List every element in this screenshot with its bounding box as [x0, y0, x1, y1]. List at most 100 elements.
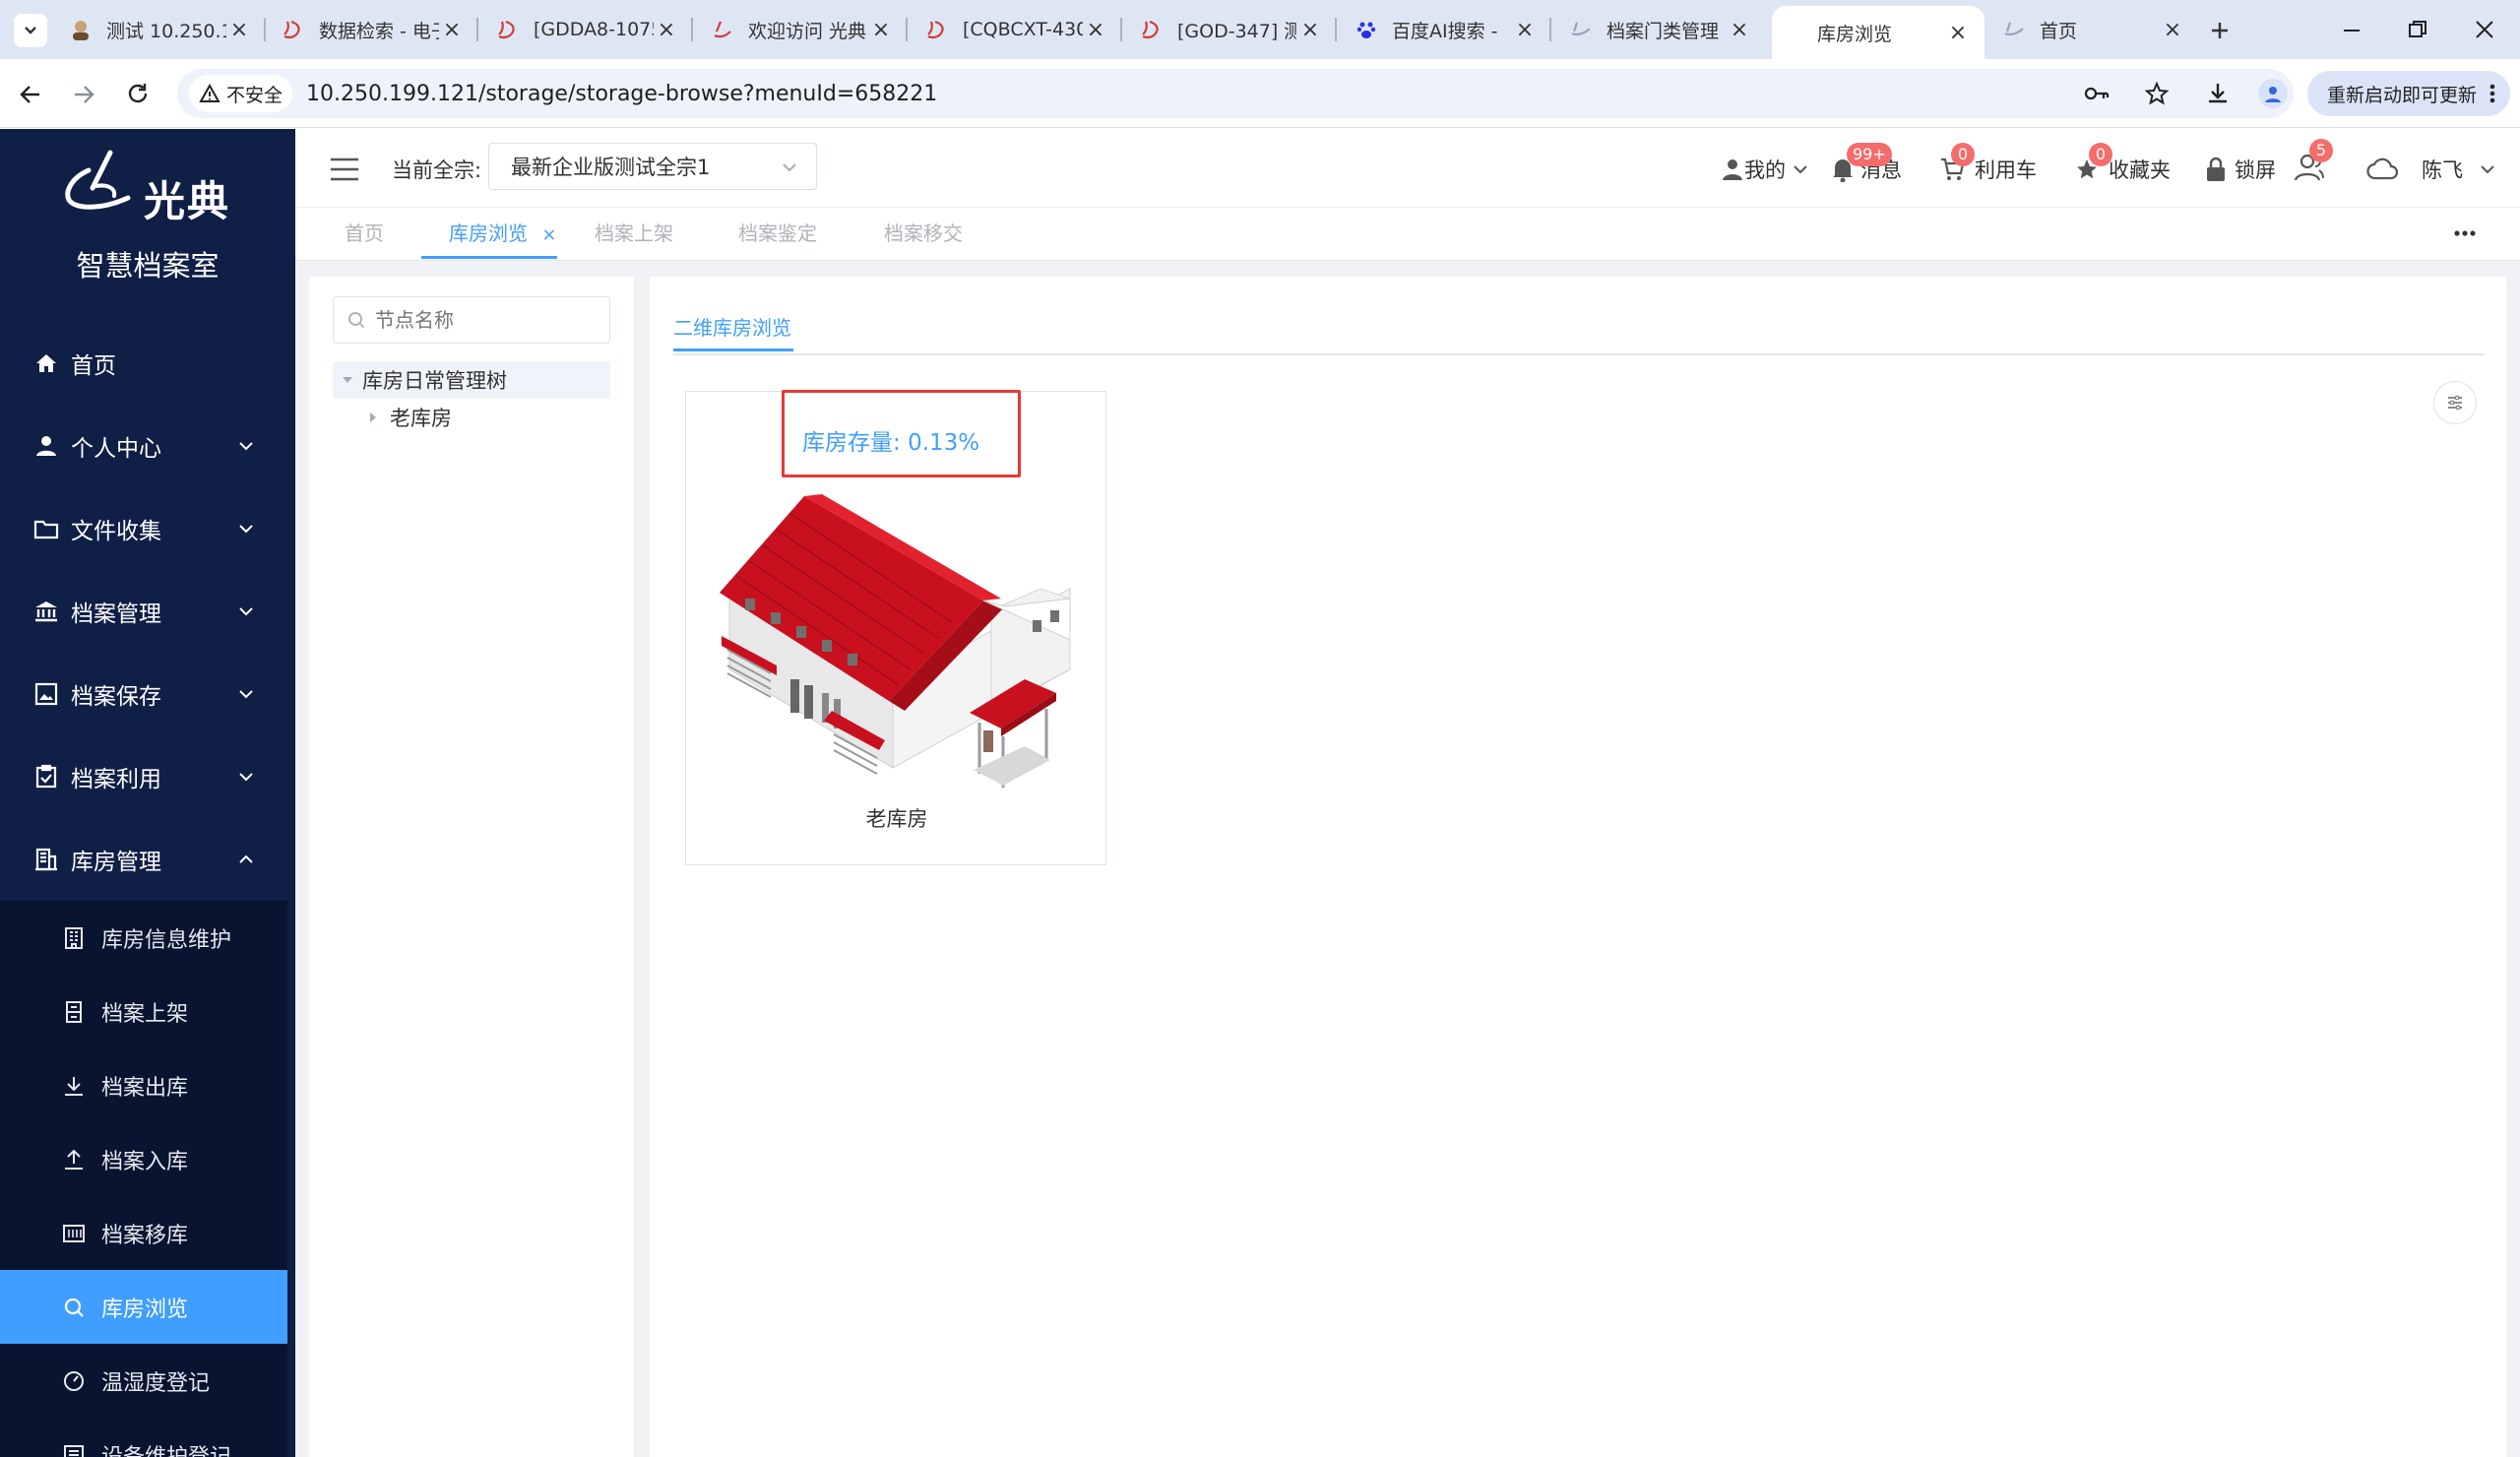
reload-icon[interactable] [125, 81, 151, 106]
page-tabs-bar: 首页 库房浏览 × 档案上架 档案鉴定 档案移交 [295, 208, 2520, 261]
restore-icon[interactable] [2406, 18, 2429, 41]
browser-tab[interactable]: [GOD-347] 测 × [1126, 6, 1337, 53]
page-tab-warehouse-browse[interactable]: 库房浏览 × [421, 208, 557, 259]
caret-right-icon[interactable] [366, 411, 380, 424]
lock-screen-button[interactable]: 锁屏 [2205, 155, 2276, 184]
new-tab-button[interactable] [2203, 14, 2236, 47]
insecure-label: 不安全 [226, 84, 284, 106]
column-settings-button[interactable] [2433, 381, 2477, 424]
browser-tab[interactable]: [GDDA8-1075] × [482, 6, 693, 53]
menu-toggle-icon[interactable] [329, 157, 360, 182]
tab-title: 库房浏览 [1817, 23, 1893, 45]
tree-search[interactable] [333, 296, 610, 344]
tree-node-label: 库房日常管理树 [362, 369, 507, 393]
sidebar-subitem-warehouse-info[interactable]: 库房信息维护 [0, 901, 287, 975]
storage-ratio: 库房存量: 0.13% [802, 423, 979, 457]
cloud-icon [2366, 158, 2399, 180]
sidebar-item-archive-preservation[interactable]: 档案保存 [0, 653, 295, 735]
url-text[interactable]: 10.250.199.121/storage/storage-browse?me… [306, 82, 937, 106]
close-icon[interactable]: × [541, 224, 556, 245]
sidebar-item-archive-utilization[interactable]: 档案利用 [0, 735, 295, 818]
sidebar-item-archive-management[interactable]: 档案管理 [0, 570, 295, 653]
cart-count-badge: 0 [1951, 143, 1975, 166]
sidebar-item-label: 文件收集 [71, 519, 161, 544]
app-favicon-icon [1142, 20, 1159, 39]
close-icon[interactable]: × [1945, 20, 1971, 45]
browser-tab[interactable]: 档案门类管理 × [1555, 6, 1766, 53]
sidebar-subitem-maintenance[interactable]: 设备维护登记 [0, 1418, 287, 1457]
forward-icon[interactable] [71, 82, 96, 107]
sidebar-subitem-outbound[interactable]: 档案出库 [0, 1048, 287, 1122]
close-icon[interactable]: × [654, 17, 679, 42]
main-tab-divider [673, 353, 2485, 355]
key-icon[interactable] [2083, 82, 2110, 105]
sidebar-item-home[interactable]: 首页 [0, 322, 295, 405]
browser-tab[interactable]: 欢迎访问 光典 × [697, 6, 908, 53]
page-tab-home[interactable]: 首页 [345, 208, 384, 259]
sidebar-subitem-shelving[interactable]: 档案上架 [0, 975, 287, 1048]
tree-search-input[interactable] [375, 308, 601, 332]
browser-tab[interactable]: [CQBCXT-4301] × [912, 6, 1122, 53]
close-window-icon[interactable] [2473, 18, 2496, 41]
messages-badge: 99+ [1847, 143, 1892, 166]
close-icon[interactable]: × [868, 17, 894, 42]
tree-panel: 库房日常管理树 老库房 [309, 277, 634, 1457]
sidebar-subitem-inbound[interactable]: 档案入库 [0, 1122, 287, 1196]
browser-tab[interactable]: 百度AI搜索 - × [1341, 6, 1551, 53]
sidebar-item-personal-center[interactable]: 个人中心 [0, 405, 295, 487]
transfer-icon [63, 1224, 85, 1242]
tab-title: [CQBCXT-4301] [963, 19, 1083, 40]
close-icon[interactable]: × [2160, 17, 2185, 42]
browser-tab[interactable]: 首页 × [1988, 6, 2199, 53]
omnibox[interactable]: 不安全 10.250.199.121/storage/storage-brows… [177, 69, 2294, 118]
browser-tab[interactable]: 数据检索 - 电子 × [268, 6, 478, 53]
folder-icon [33, 520, 59, 539]
caret-down-icon[interactable] [341, 373, 354, 387]
minimize-icon[interactable] [2341, 20, 2362, 41]
page-tab-appraisal[interactable]: 档案鉴定 [738, 208, 817, 259]
update-button[interactable]: 重新启动即可更新 [2307, 71, 2510, 116]
browser-tab[interactable]: 测试 10.250.19 × [55, 6, 266, 53]
my-menu[interactable]: 我的 [1721, 155, 1809, 184]
page-tab-shelving[interactable]: 档案上架 [595, 208, 673, 259]
app-favicon-icon [927, 20, 944, 39]
page-tab-handover[interactable]: 档案移交 [884, 208, 963, 259]
profile-avatar[interactable] [2258, 79, 2288, 108]
sidebar-subitem-warehouse-browse[interactable]: 库房浏览 [0, 1270, 287, 1344]
sidebar: 光典 智慧档案室 首页 个人中心 文件收集 档案管理 档案保存 档案利用 库房管… [0, 129, 295, 1457]
sidebar-subitem-temperature[interactable]: 温湿度登记 [0, 1344, 287, 1418]
gauge-icon [64, 1370, 84, 1391]
tree-node-label: 老库房 [390, 407, 452, 430]
user-menu[interactable]: 陈飞 [2366, 155, 2496, 184]
lock-label: 锁屏 [2235, 158, 2276, 182]
chevron-down-icon [239, 442, 253, 451]
close-icon[interactable]: × [439, 17, 465, 42]
tab-search-button[interactable] [14, 14, 47, 47]
tree-node-old-warehouse[interactable]: 老库房 [358, 399, 610, 436]
sidebar-subitem-transfer[interactable]: 档案移库 [0, 1196, 287, 1270]
sidebar-item-file-collection[interactable]: 文件收集 [0, 487, 295, 570]
warehouse-card[interactable]: 库房存量: 0.13% 老库房 [685, 390, 1106, 865]
close-icon[interactable]: × [226, 17, 252, 42]
security-chip[interactable]: 不安全 [189, 75, 293, 112]
close-icon[interactable]: × [1083, 17, 1108, 42]
fonds-select[interactable]: 最新企业版测试全宗1 [488, 143, 817, 190]
plus-icon [2212, 23, 2228, 38]
sidebar-item-label: 个人中心 [71, 436, 161, 462]
browser-tab-strip: 测试 10.250.19 × 数据检索 - 电子 × [GDDA8-1075] … [0, 0, 2520, 59]
download-icon[interactable] [2205, 81, 2231, 106]
close-icon[interactable]: × [1727, 17, 1752, 42]
tree-node-root[interactable]: 库房日常管理树 [333, 361, 610, 399]
close-icon[interactable]: × [1512, 17, 1538, 42]
avatar-favicon-icon [73, 21, 89, 40]
main-tab-2d-browse[interactable]: 二维库房浏览 [673, 312, 793, 351]
chevron-down-icon [2481, 165, 2494, 174]
close-icon[interactable]: × [1297, 17, 1323, 42]
back-icon[interactable] [18, 82, 43, 107]
sidebar-item-warehouse-management[interactable]: 库房管理 [0, 818, 295, 901]
logo-text: 光典 [144, 177, 231, 225]
star-icon[interactable] [2144, 81, 2170, 106]
more-horizontal-icon[interactable] [2453, 229, 2477, 237]
clipboard-icon [35, 764, 57, 789]
browser-tab-active[interactable]: 库房浏览 × [1772, 6, 1984, 59]
